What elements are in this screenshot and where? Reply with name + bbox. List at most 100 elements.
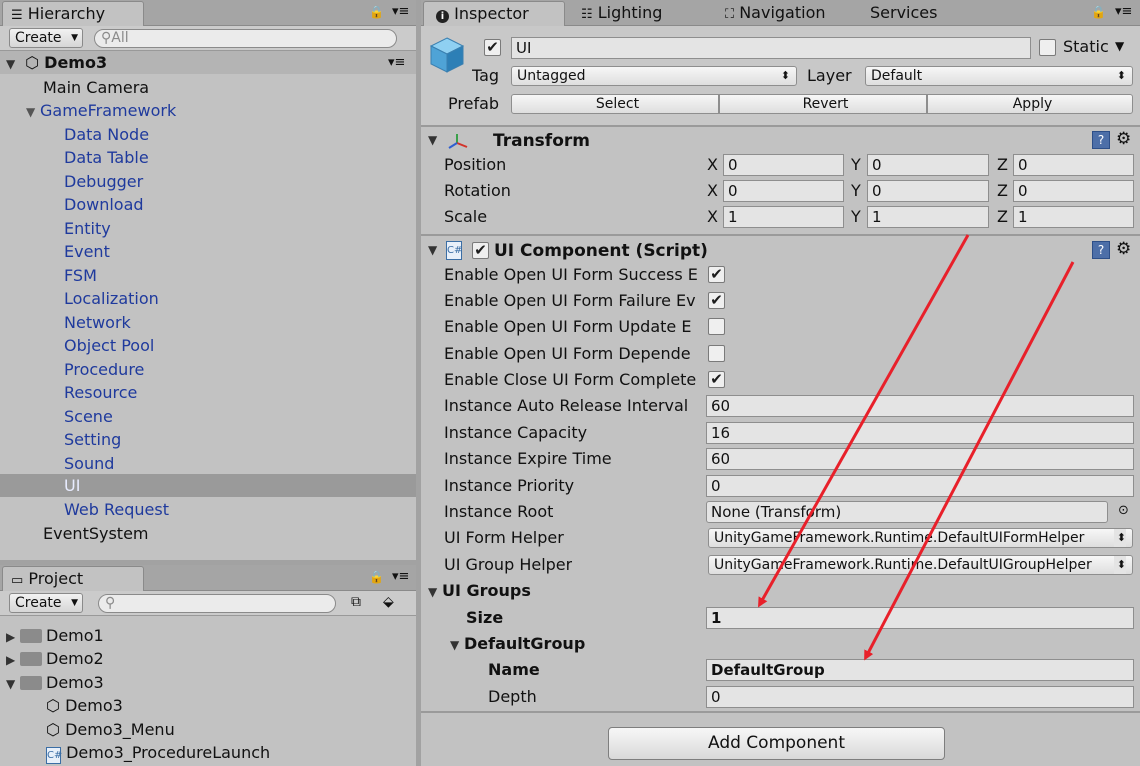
hierarchy-item[interactable]: Resource [64, 381, 137, 404]
toggle-checkbox[interactable]: ✔ [708, 292, 725, 309]
help-icon[interactable]: ? [1092, 131, 1110, 149]
scene-menu-icon[interactable]: ▾≡ [388, 51, 405, 74]
expand-triangle-icon[interactable]: ▶ [6, 626, 20, 649]
hierarchy-item[interactable]: Entity [64, 217, 111, 240]
scale-x-field[interactable]: 1 [723, 206, 844, 228]
instance-root-field[interactable]: None (Transform) [706, 501, 1108, 523]
scale-y-field[interactable]: 1 [867, 206, 989, 228]
transform-header[interactable]: ▼ Transform ? ⚙ [421, 128, 1140, 154]
toggle-checkbox[interactable] [708, 318, 725, 335]
lock-icon[interactable]: 🔒 [369, 5, 384, 19]
hierarchy-item[interactable]: FSM [64, 264, 97, 287]
project-folder[interactable]: ▶ Demo2 [6, 647, 104, 670]
tab-lighting[interactable]: ☷ Lighting [573, 1, 662, 26]
create-dropdown[interactable]: Create ▼ [9, 28, 83, 48]
object-picker-icon[interactable]: ⊙ [1118, 503, 1129, 518]
scale-z-field[interactable]: 1 [1013, 206, 1134, 228]
hierarchy-tab[interactable]: ☰ Hierarchy [2, 1, 144, 26]
panel-menu-icon[interactable]: ▾≡ [1115, 4, 1132, 19]
project-folder[interactable]: ▶ Demo1 [6, 624, 104, 647]
hierarchy-search-input[interactable]: ⚲All [94, 29, 397, 48]
static-checkbox[interactable] [1039, 39, 1056, 56]
expand-triangle-icon[interactable]: ▼ [428, 243, 442, 257]
hierarchy-item[interactable]: Network [64, 311, 131, 334]
object-name-field[interactable]: UI [511, 37, 1031, 59]
project-folder[interactable]: ▼ Demo3 [6, 671, 104, 694]
filter-by-type-icon[interactable]: ⧉ [351, 594, 361, 610]
prefab-revert-button[interactable]: Revert [719, 94, 927, 114]
hierarchy-item[interactable]: Localization [64, 287, 159, 310]
project-tabbar: ▭ Project 🔒 ▾≡ [0, 565, 416, 591]
prefab-select-button[interactable]: Select [511, 94, 719, 114]
toggle-checkbox[interactable]: ✔ [708, 266, 725, 283]
project-file[interactable]: ⬡ Demo3_Menu [46, 718, 175, 741]
rotation-y-field[interactable]: 0 [867, 180, 989, 202]
hierarchy-item[interactable]: Main Camera [43, 76, 149, 99]
form-helper-dropdown[interactable]: UnityGameFramework.Runtime.DefaultUIForm… [708, 528, 1133, 548]
hierarchy-item[interactable]: EventSystem [43, 522, 149, 545]
rotation-x-field[interactable]: 0 [723, 180, 844, 202]
hierarchy-item[interactable]: ▼ GameFramework [26, 99, 176, 122]
gear-icon[interactable]: ⚙ [1116, 129, 1131, 149]
lock-icon[interactable]: 🔒 [369, 570, 384, 584]
expand-triangle-icon[interactable]: ▼ [26, 101, 40, 124]
toggle-checkbox[interactable]: ✔ [708, 371, 725, 388]
hierarchy-item[interactable]: Download [64, 193, 144, 216]
expand-triangle-icon[interactable]: ▼ [450, 633, 464, 656]
hierarchy-item-selected[interactable]: UI [0, 474, 416, 497]
rotation-z-field[interactable]: 0 [1013, 180, 1134, 202]
panel-menu-icon[interactable]: ▾≡ [392, 569, 409, 584]
capacity-field[interactable]: 16 [706, 422, 1134, 444]
hierarchy-item[interactable]: Scene [64, 405, 113, 428]
tag-dropdown[interactable]: Untagged ⬍ [511, 66, 797, 86]
scene-row[interactable]: ▼ ⬡ Demo3 ▾≡ [0, 51, 416, 74]
auto-release-field[interactable]: 60 [706, 395, 1134, 417]
group-name-field[interactable]: DefaultGroup [706, 659, 1134, 681]
expand-triangle-icon[interactable]: ▼ [6, 673, 20, 696]
layer-dropdown[interactable]: Default ⬍ [865, 66, 1133, 86]
expand-triangle-icon[interactable]: ▼ [428, 133, 442, 147]
gear-icon[interactable]: ⚙ [1116, 239, 1131, 259]
tab-inspector[interactable]: i Inspector [423, 1, 565, 26]
project-file[interactable]: C# Demo3_ProcedureLaunch [46, 741, 270, 764]
project-file[interactable]: ⬡ Demo3 [46, 694, 123, 717]
expand-triangle-icon[interactable]: ▼ [6, 53, 20, 76]
tab-navigation[interactable]: ⛶ Navigation [717, 1, 826, 26]
hierarchy-item[interactable]: Debugger [64, 170, 143, 193]
position-y-field[interactable]: 0 [867, 154, 989, 176]
hierarchy-item[interactable]: Sound [64, 452, 114, 475]
hierarchy-item[interactable]: Object Pool [64, 334, 154, 357]
panel-menu-icon[interactable]: ▾≡ [392, 4, 409, 19]
active-checkbox[interactable]: ✔ [484, 39, 501, 56]
priority-field[interactable]: 0 [706, 475, 1134, 497]
filter-by-label-icon[interactable]: ⬙ [383, 594, 394, 610]
prefab-apply-button[interactable]: Apply [927, 94, 1133, 114]
expand-triangle-icon[interactable]: ▶ [6, 649, 20, 672]
group-helper-dropdown[interactable]: UnityGameFramework.Runtime.DefaultUIGrou… [708, 555, 1133, 575]
project-search-input[interactable]: ⚲ [98, 594, 336, 613]
hierarchy-item[interactable]: Procedure [64, 358, 144, 381]
create-dropdown[interactable]: Create ▼ [9, 593, 83, 613]
add-component-button[interactable]: Add Component [608, 727, 945, 760]
component-enabled-checkbox[interactable]: ✔ [472, 242, 489, 259]
tab-services[interactable]: Services [862, 1, 937, 26]
project-tab[interactable]: ▭ Project [2, 566, 144, 591]
default-group-foldout[interactable]: ▼ DefaultGroup [450, 632, 585, 656]
hierarchy-item[interactable]: Data Node [64, 123, 149, 146]
lock-icon[interactable]: 🔒 [1091, 5, 1106, 19]
hierarchy-item[interactable]: Web Request [64, 498, 169, 521]
ui-groups-foldout[interactable]: ▼ UI Groups [428, 579, 531, 603]
position-z-field[interactable]: 0 [1013, 154, 1134, 176]
size-field[interactable]: 1 [706, 607, 1134, 629]
expire-time-field[interactable]: 60 [706, 448, 1134, 470]
expand-triangle-icon[interactable]: ▼ [428, 580, 442, 603]
help-icon[interactable]: ? [1092, 241, 1110, 259]
toggle-checkbox[interactable] [708, 345, 725, 362]
position-x-field[interactable]: 0 [723, 154, 844, 176]
hierarchy-item[interactable]: Data Table [64, 146, 149, 169]
ui-component-header[interactable]: ▼ C# ✔ UI Component (Script) ? ⚙ [421, 238, 1140, 264]
static-dropdown-icon[interactable]: ▼ [1115, 39, 1124, 53]
group-depth-field[interactable]: 0 [706, 686, 1134, 708]
hierarchy-item[interactable]: Setting [64, 428, 121, 451]
hierarchy-item[interactable]: Event [64, 240, 110, 263]
